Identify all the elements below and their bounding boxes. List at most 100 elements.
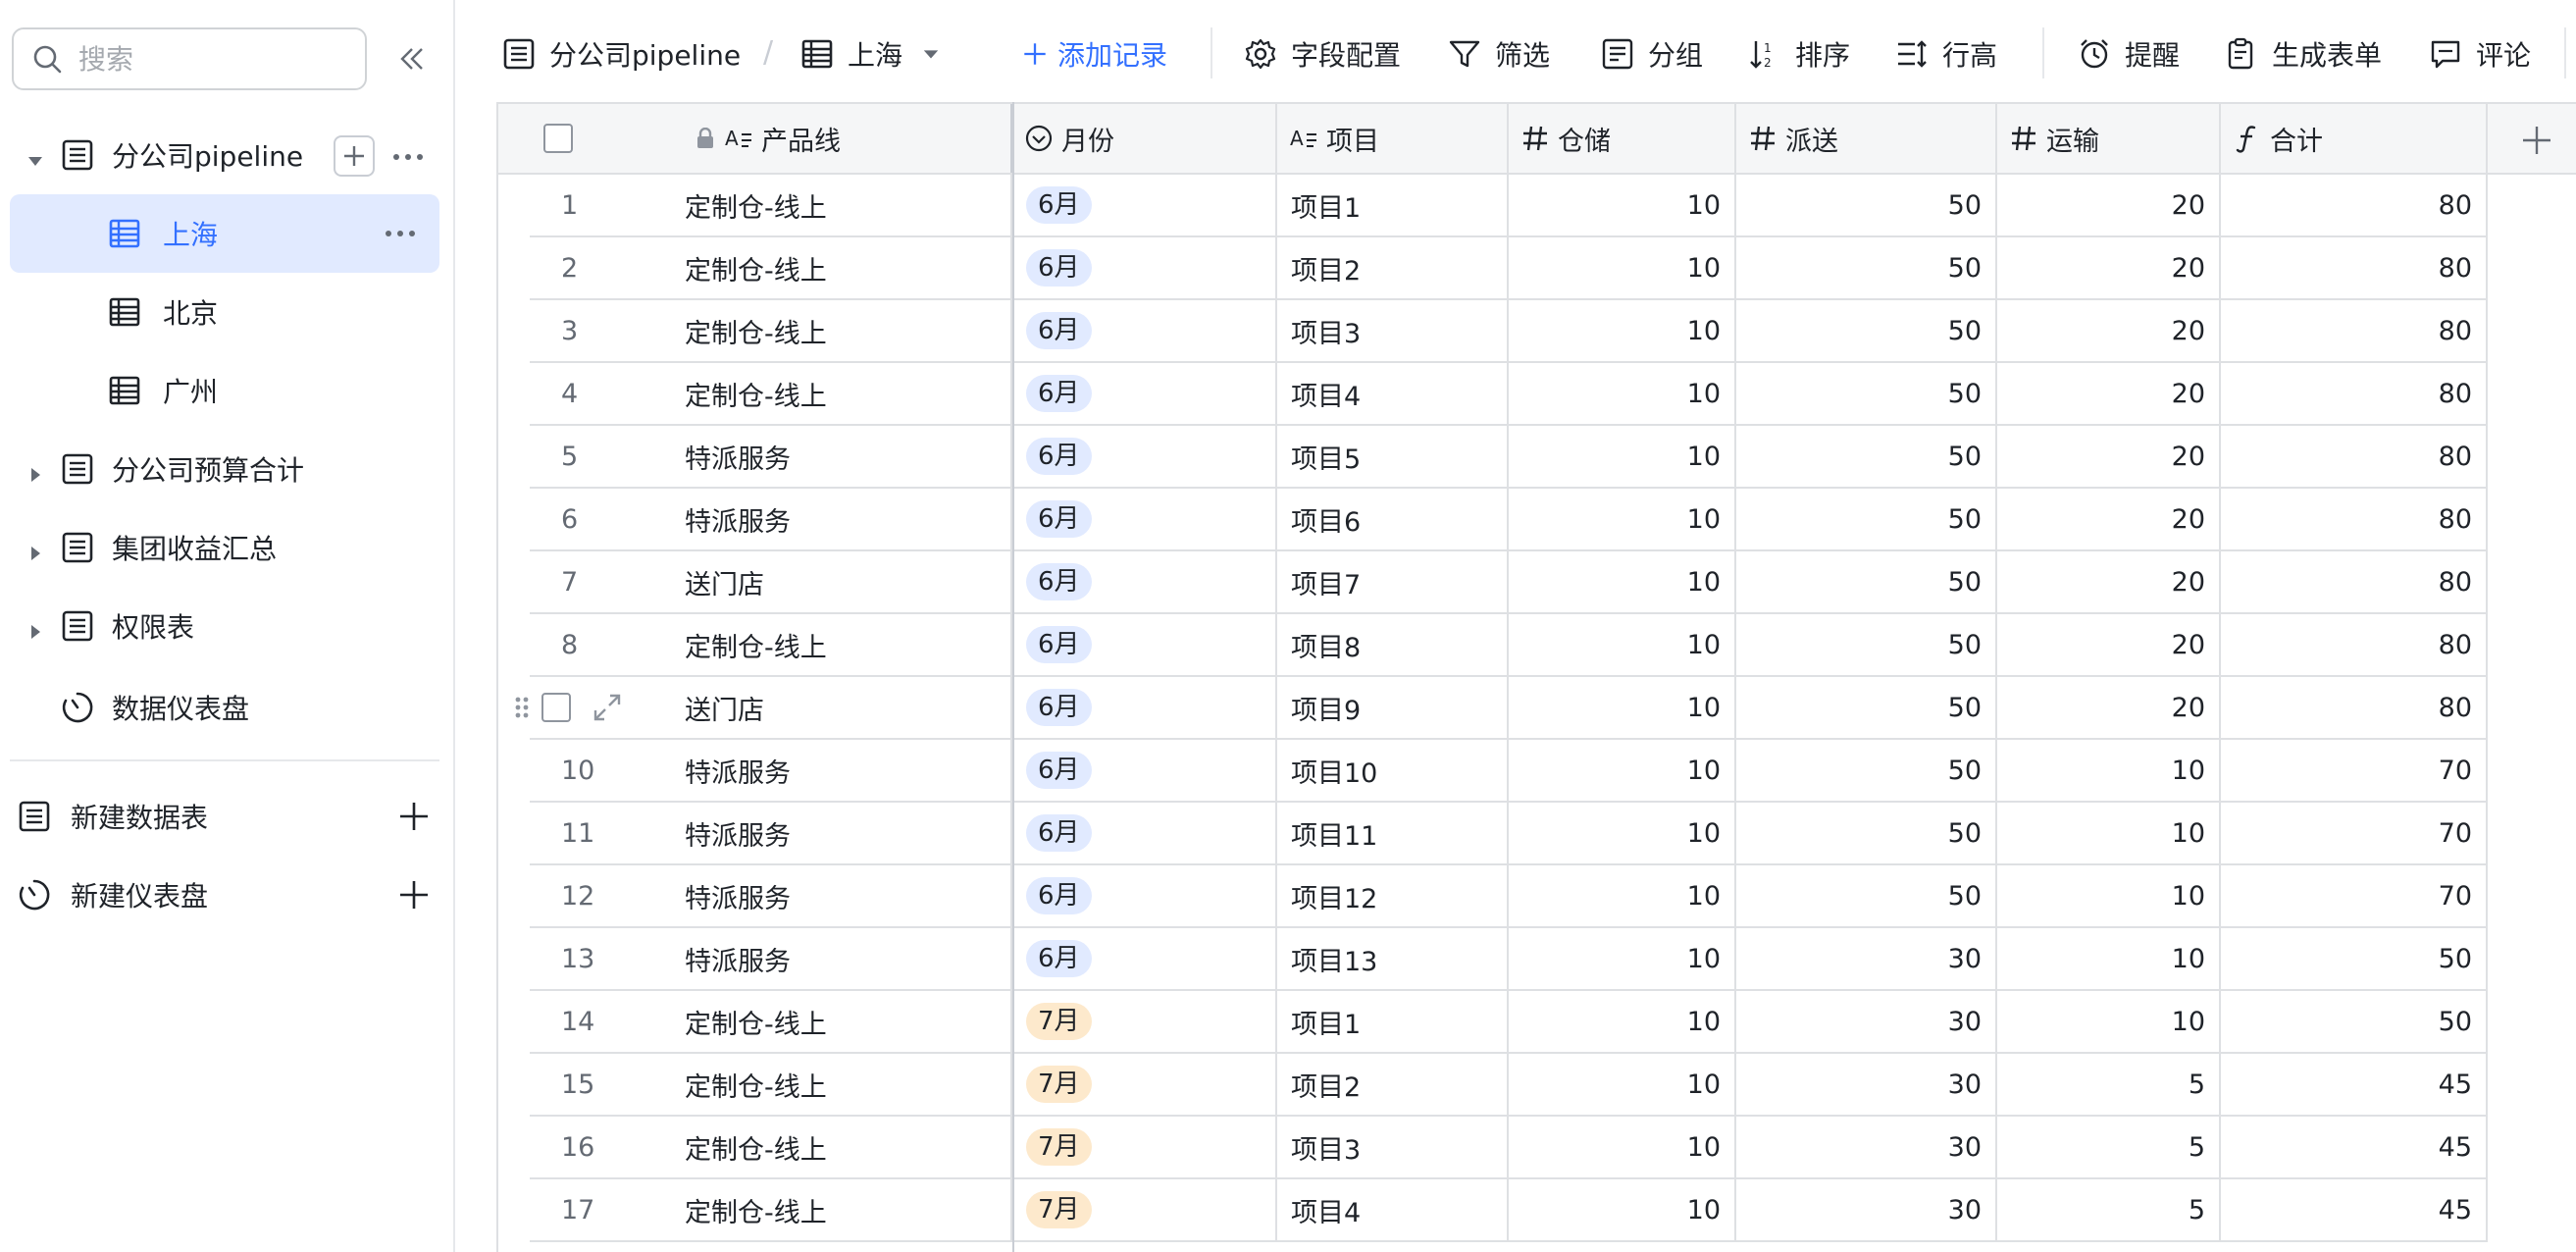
- header-storage[interactable]: 仓储: [1509, 104, 1736, 173]
- cell-transport[interactable]: 20: [1997, 300, 2221, 363]
- cell-storage[interactable]: 10: [1509, 614, 1736, 677]
- cell-storage[interactable]: 10: [1509, 1117, 1736, 1179]
- cell-project[interactable]: 项目4: [1277, 363, 1509, 426]
- cell-month[interactable]: 7月: [1012, 1054, 1277, 1117]
- cell-delivery[interactable]: 50: [1736, 551, 1997, 614]
- cell-delivery[interactable]: 50: [1736, 300, 1997, 363]
- table-row[interactable]: 13 特派服务 6月 项目13 10 30 10 50: [496, 928, 2576, 991]
- plus-icon[interactable]: [396, 799, 432, 834]
- cell-month[interactable]: 6月: [1012, 865, 1277, 928]
- add-child-button[interactable]: [334, 135, 375, 177]
- generate-form-button[interactable]: 生成表单: [2225, 29, 2382, 78]
- cell-storage[interactable]: 10: [1509, 426, 1736, 489]
- cell-month[interactable]: 6月: [1012, 489, 1277, 551]
- cell-project[interactable]: 项目8: [1277, 614, 1509, 677]
- table-row[interactable]: 7 送门店 6月 项目7 10 50 20 80: [496, 551, 2576, 614]
- drag-handle-icon[interactable]: [512, 693, 532, 722]
- cell-storage[interactable]: 10: [1509, 300, 1736, 363]
- cell-storage[interactable]: 10: [1509, 740, 1736, 803]
- select-all-checkbox[interactable]: [543, 124, 573, 153]
- cell-project[interactable]: 项目5: [1277, 426, 1509, 489]
- cell-total[interactable]: 80: [2221, 300, 2488, 363]
- cell-month[interactable]: 6月: [1012, 614, 1277, 677]
- cell-line[interactable]: 定制仓-线上: [663, 1117, 1012, 1179]
- cell-transport[interactable]: 20: [1997, 489, 2221, 551]
- header-delivery[interactable]: 派送: [1736, 104, 1997, 173]
- cell-storage[interactable]: 10: [1509, 865, 1736, 928]
- cell-total[interactable]: 80: [2221, 426, 2488, 489]
- table-row[interactable]: 17 定制仓-线上 7月 项目4 10 30 5 45: [496, 1179, 2576, 1242]
- caret-right-icon[interactable]: [26, 616, 45, 639]
- cell-total[interactable]: 80: [2221, 551, 2488, 614]
- cell-total[interactable]: 80: [2221, 237, 2488, 300]
- cell-project[interactable]: 项目6: [1277, 489, 1509, 551]
- header-transport[interactable]: 运输: [1997, 104, 2221, 173]
- add-column-button[interactable]: [2488, 106, 2576, 175]
- cell-line[interactable]: 定制仓-线上: [663, 991, 1012, 1054]
- cell-project[interactable]: 项目7: [1277, 551, 1509, 614]
- cell-month[interactable]: 7月: [1012, 1117, 1277, 1179]
- cell-transport[interactable]: 20: [1997, 175, 2221, 237]
- cell-line[interactable]: 送门店: [663, 551, 1012, 614]
- cell-month[interactable]: 7月: [1012, 991, 1277, 1054]
- cell-delivery[interactable]: 30: [1736, 1117, 1997, 1179]
- cell-transport[interactable]: 10: [1997, 740, 2221, 803]
- caret-right-icon[interactable]: [26, 538, 45, 560]
- table-row[interactable]: 2 定制仓-线上 6月 项目2 10 50 20 80: [496, 237, 2576, 300]
- expand-icon[interactable]: [592, 693, 622, 722]
- plus-icon[interactable]: [396, 877, 432, 913]
- cell-storage[interactable]: 10: [1509, 991, 1736, 1054]
- cell-line[interactable]: 定制仓-线上: [663, 300, 1012, 363]
- header-month[interactable]: 月份: [1012, 104, 1277, 173]
- cell-transport[interactable]: 10: [1997, 865, 2221, 928]
- cell-line[interactable]: 定制仓-线上: [663, 614, 1012, 677]
- cell-delivery[interactable]: 50: [1736, 740, 1997, 803]
- add-record-button[interactable]: 添加记录: [1022, 29, 1167, 78]
- cell-total[interactable]: 50: [2221, 928, 2488, 991]
- sidebar-item-group-revenue[interactable]: 集团收益汇总: [0, 508, 455, 587]
- cell-project[interactable]: 项目13: [1277, 928, 1509, 991]
- cell-transport[interactable]: 20: [1997, 551, 2221, 614]
- cell-transport[interactable]: 20: [1997, 677, 2221, 740]
- table-row[interactable]: 14 定制仓-线上 7月 项目1 10 30 10 50: [496, 991, 2576, 1054]
- cell-line[interactable]: 送门店: [663, 677, 1012, 740]
- group-button[interactable]: 分组: [1601, 29, 1703, 78]
- cell-delivery[interactable]: 50: [1736, 363, 1997, 426]
- cell-storage[interactable]: 10: [1509, 175, 1736, 237]
- cell-project[interactable]: 项目3: [1277, 300, 1509, 363]
- cell-storage[interactable]: 10: [1509, 677, 1736, 740]
- cell-month[interactable]: 6月: [1012, 363, 1277, 426]
- cell-project[interactable]: 项目1: [1277, 175, 1509, 237]
- cell-transport[interactable]: 5: [1997, 1179, 2221, 1242]
- caret-down-icon[interactable]: [26, 145, 45, 166]
- cell-total[interactable]: 70: [2221, 803, 2488, 865]
- table-row[interactable]: 12 特派服务 6月 项目12 10 50 10 70: [496, 865, 2576, 928]
- cell-project[interactable]: 项目1: [1277, 991, 1509, 1054]
- cell-line[interactable]: 特派服务: [663, 803, 1012, 865]
- cell-transport[interactable]: 10: [1997, 803, 2221, 865]
- cell-total[interactable]: 70: [2221, 740, 2488, 803]
- cell-line[interactable]: 特派服务: [663, 426, 1012, 489]
- field-config-button[interactable]: 字段配置: [1244, 29, 1401, 78]
- cell-line[interactable]: 特派服务: [663, 865, 1012, 928]
- cell-delivery[interactable]: 50: [1736, 237, 1997, 300]
- cell-storage[interactable]: 10: [1509, 1054, 1736, 1117]
- cell-line[interactable]: 定制仓-线上: [663, 1054, 1012, 1117]
- sidebar-item-guangzhou[interactable]: 广州: [0, 351, 455, 430]
- cell-delivery[interactable]: 30: [1736, 928, 1997, 991]
- table-row[interactable]: 6 特派服务 6月 项目6 10 50 20 80: [496, 489, 2576, 551]
- cell-line[interactable]: 定制仓-线上: [663, 175, 1012, 237]
- sidebar-item-permissions[interactable]: 权限表: [0, 587, 455, 665]
- search-input[interactable]: [78, 42, 353, 76]
- cell-project[interactable]: 项目10: [1277, 740, 1509, 803]
- cell-line[interactable]: 特派服务: [663, 740, 1012, 803]
- cell-total[interactable]: 80: [2221, 489, 2488, 551]
- cell-delivery[interactable]: 50: [1736, 677, 1997, 740]
- cell-delivery[interactable]: 50: [1736, 803, 1997, 865]
- cell-month[interactable]: 6月: [1012, 300, 1277, 363]
- cell-total[interactable]: 45: [2221, 1179, 2488, 1242]
- cell-total[interactable]: 50: [2221, 991, 2488, 1054]
- frozen-column-divider[interactable]: [1012, 102, 1014, 1252]
- cell-month[interactable]: 6月: [1012, 175, 1277, 237]
- view-switcher[interactable]: 上海: [800, 29, 940, 78]
